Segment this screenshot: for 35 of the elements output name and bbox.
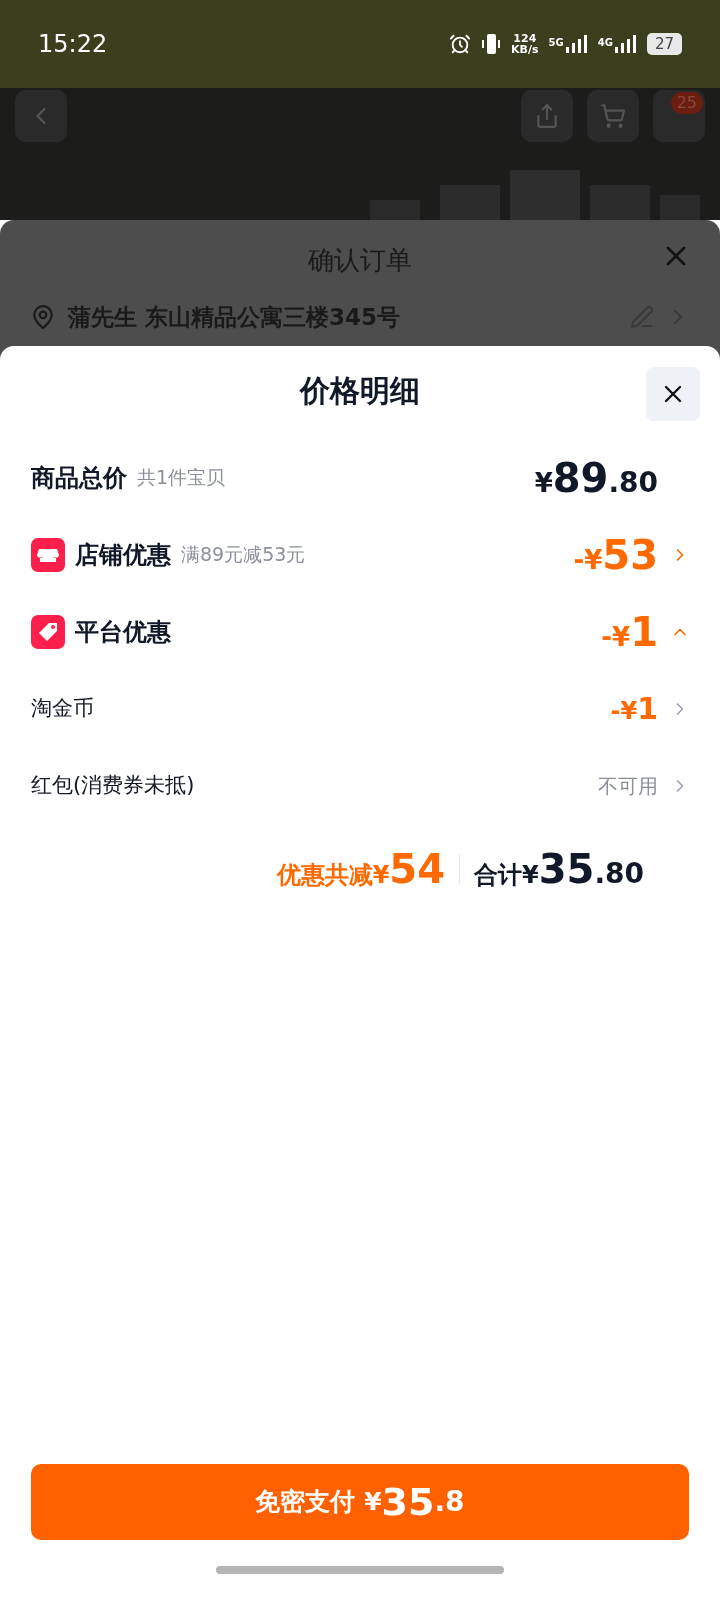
store-icon <box>31 537 65 572</box>
share-icon <box>534 103 560 129</box>
amount: -¥1 <box>610 690 658 728</box>
cart-icon <box>600 103 626 129</box>
vibrate-icon <box>481 32 502 56</box>
battery-indicator: 27 <box>646 33 682 55</box>
row-label: 淘金币 <box>31 694 94 722</box>
network-type: 4G <box>597 36 613 50</box>
amount: -¥53 <box>573 530 658 580</box>
discount-total: 优惠共减¥54 <box>276 845 445 894</box>
row-label: 平台优惠 <box>75 616 171 648</box>
row-label: 红包(消费券未抵) <box>31 771 195 799</box>
alarm-icon <box>449 33 472 55</box>
close-button[interactable] <box>646 367 700 421</box>
share-button[interactable] <box>521 90 573 142</box>
panel-title: 价格明细 <box>300 371 420 410</box>
speed-unit: KB/s <box>511 44 539 55</box>
signal-icon <box>614 35 637 53</box>
status-time: 15:22 <box>38 29 108 60</box>
row-label: 商品总价 <box>31 462 127 494</box>
location-icon <box>30 304 56 331</box>
signal-icon <box>565 35 588 53</box>
row-note: 满89元减53元 <box>181 542 306 568</box>
back-button[interactable] <box>15 90 67 142</box>
row-label: 店铺优惠 <box>75 539 171 571</box>
network-type: 5G <box>548 36 564 50</box>
status-text: 不可用 <box>598 772 658 800</box>
tag-icon <box>31 614 65 649</box>
amount: ¥89.80 <box>534 453 658 503</box>
amount: -¥1 <box>601 607 658 657</box>
grand-total: 合计¥35.80 <box>474 845 644 894</box>
pay-button[interactable]: 免密支付 ¥35.8 <box>31 1464 689 1540</box>
row-note: 共1件宝贝 <box>137 465 226 491</box>
cart-button[interactable] <box>587 90 639 142</box>
network-speed: 124 <box>513 33 537 44</box>
